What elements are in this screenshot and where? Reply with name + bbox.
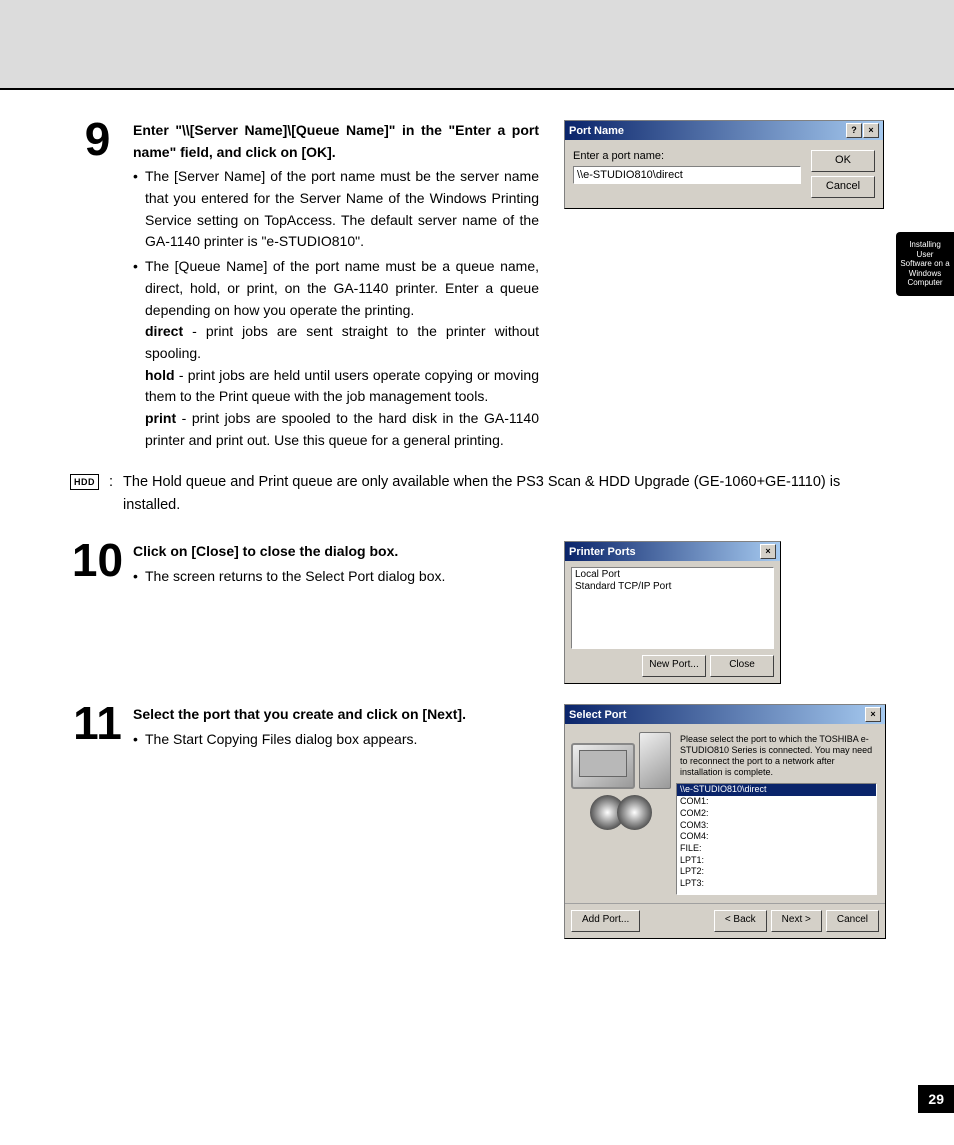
step-number: 10 bbox=[70, 541, 125, 684]
back-button[interactable]: < Back bbox=[714, 910, 767, 932]
direct-text: - print jobs are sent straight to the pr… bbox=[145, 323, 539, 361]
hdd-icon: HDD bbox=[70, 474, 99, 490]
list-item[interactable]: \\e-STUDIO810\direct bbox=[677, 784, 876, 796]
cancel-button[interactable]: Cancel bbox=[811, 176, 875, 198]
hdd-note: HDD : The Hold queue and Print queue are… bbox=[70, 471, 884, 516]
page-number: 29 bbox=[918, 1085, 954, 1113]
queue-desc: hold - print jobs are held until users o… bbox=[133, 365, 539, 408]
bullet-text: The [Queue Name] of the port name must b… bbox=[133, 256, 539, 321]
printer-ports-dialog: Printer Ports × Local Port Standard TCP/… bbox=[564, 541, 781, 684]
port-list[interactable]: \\e-STUDIO810\direct COM1: COM2: COM3: C… bbox=[676, 783, 877, 895]
hold-label: hold bbox=[145, 367, 175, 383]
step-title: Select the port that you create and clic… bbox=[133, 704, 539, 726]
port-name-input[interactable] bbox=[573, 166, 801, 184]
help-icon[interactable]: ? bbox=[846, 123, 862, 138]
list-item[interactable]: COM3: bbox=[677, 820, 876, 832]
step-number: 9 bbox=[70, 120, 125, 451]
step-11: 11 Select the port that you create and c… bbox=[70, 704, 884, 939]
list-item[interactable]: LPT1: bbox=[677, 855, 876, 867]
bullet-text: The screen returns to the Select Port di… bbox=[133, 566, 539, 588]
port-type-list[interactable]: Local Port Standard TCP/IP Port bbox=[571, 567, 774, 649]
direct-label: direct bbox=[145, 323, 183, 339]
document-page: Installing User Software on a Windows Co… bbox=[0, 0, 954, 1145]
list-item[interactable]: COM2: bbox=[677, 808, 876, 820]
note-text: The Hold queue and Print queue are only … bbox=[123, 471, 884, 516]
queue-desc: direct - print jobs are sent straight to… bbox=[133, 321, 539, 364]
monitor-icon bbox=[571, 743, 635, 789]
print-label: print bbox=[145, 410, 176, 426]
next-button[interactable]: Next > bbox=[771, 910, 822, 932]
step-number: 11 bbox=[70, 704, 125, 939]
cancel-button[interactable]: Cancel bbox=[826, 910, 879, 932]
port-name-label: Enter a port name: bbox=[573, 150, 801, 162]
dialog-title: Port Name bbox=[569, 125, 624, 137]
close-icon[interactable]: × bbox=[865, 707, 881, 722]
computer-illustration bbox=[573, 732, 668, 862]
list-item[interactable]: COM4: bbox=[677, 831, 876, 843]
dialog-title: Printer Ports bbox=[569, 546, 636, 558]
step-title: Click on [Close] to close the dialog box… bbox=[133, 541, 539, 563]
hold-text: - print jobs are held until users operat… bbox=[145, 367, 539, 405]
cd-icon bbox=[617, 795, 652, 830]
list-item[interactable]: FILE: bbox=[677, 843, 876, 855]
bullet-text: The Start Copying Files dialog box appea… bbox=[133, 729, 539, 751]
list-item[interactable]: Standard TCP/IP Port bbox=[575, 581, 770, 593]
select-port-instruction: Please select the port to which the TOSH… bbox=[676, 732, 877, 783]
step-title: Enter "\\[Server Name]\[Queue Name]" in … bbox=[133, 120, 539, 163]
print-text: - print jobs are spooled to the hard dis… bbox=[145, 410, 539, 448]
ok-button[interactable]: OK bbox=[811, 150, 875, 172]
list-item[interactable]: COM1: bbox=[677, 796, 876, 808]
port-name-dialog: Port Name ? × Enter a port name: OK bbox=[564, 120, 884, 209]
list-item[interactable]: Local Port bbox=[575, 569, 770, 581]
queue-desc: print - print jobs are spooled to the ha… bbox=[133, 408, 539, 451]
page-header-bar bbox=[0, 0, 954, 90]
bullet-text: The [Server Name] of the port name must … bbox=[133, 166, 539, 253]
list-item[interactable]: LPT2: bbox=[677, 866, 876, 878]
step-10: 10 Click on [Close] to close the dialog … bbox=[70, 541, 884, 684]
step-9: 9 Enter "\\[Server Name]\[Queue Name]" i… bbox=[70, 120, 884, 451]
select-port-dialog: Select Port × bbox=[564, 704, 886, 939]
list-item[interactable]: LPT3: bbox=[677, 878, 876, 890]
tower-icon bbox=[639, 732, 671, 789]
add-port-button[interactable]: Add Port... bbox=[571, 910, 640, 932]
close-icon[interactable]: × bbox=[863, 123, 879, 138]
close-button[interactable]: Close bbox=[710, 655, 774, 677]
new-port-button[interactable]: New Port... bbox=[642, 655, 706, 677]
dialog-title: Select Port bbox=[569, 709, 626, 721]
close-icon[interactable]: × bbox=[760, 544, 776, 559]
note-colon: : bbox=[109, 471, 113, 516]
